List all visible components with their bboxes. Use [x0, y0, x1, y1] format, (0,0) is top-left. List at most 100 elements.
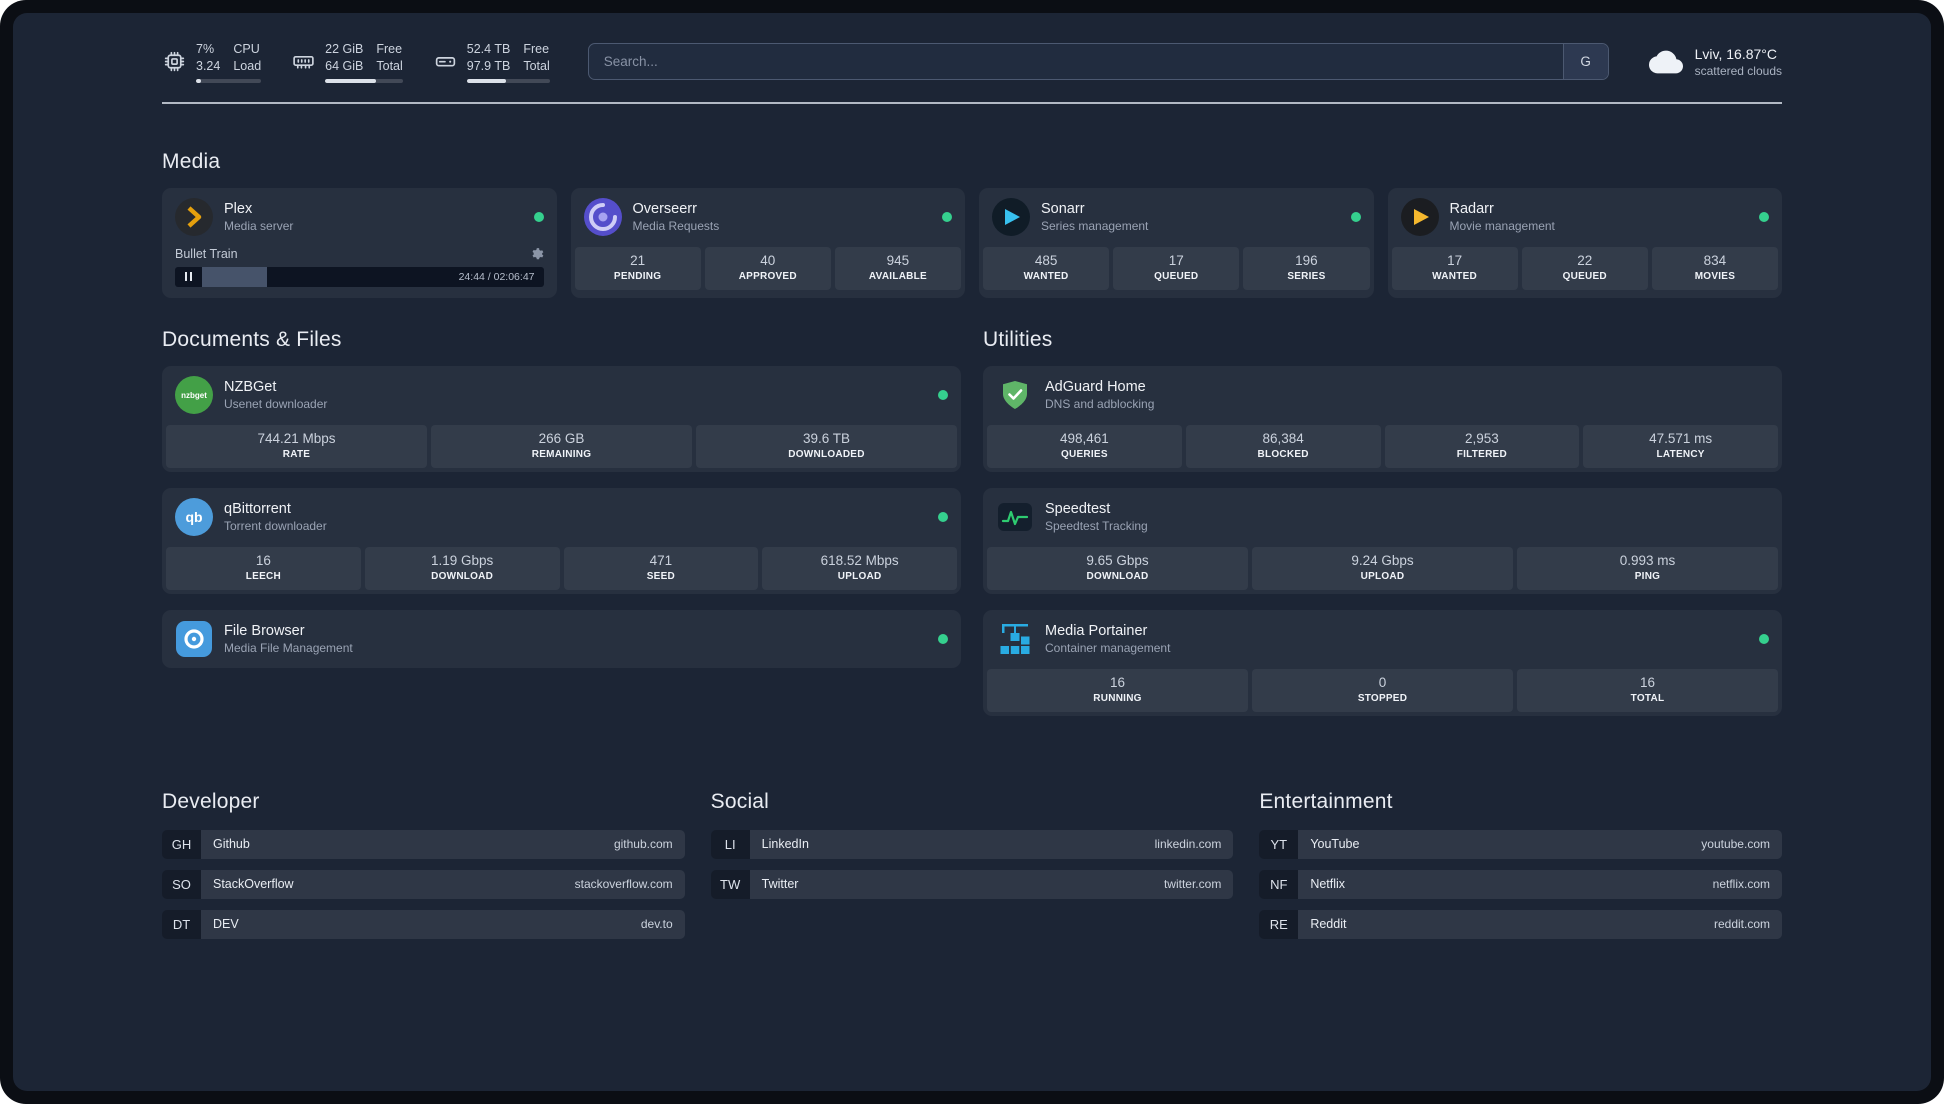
service-link-nzbget[interactable]: nzbget NZBGet Usenet downloader: [162, 366, 961, 424]
playback-progress-bar[interactable]: 24:44 / 02:06:47: [175, 266, 544, 287]
service-card-portainer: Media Portainer Container management 16 …: [983, 609, 1782, 716]
disk-widget: 52.4 TB 97.9 TB Free Total: [433, 41, 550, 83]
service-link-plex[interactable]: Plex Media server: [162, 188, 557, 246]
nzbget-icon: nzbget: [175, 375, 213, 414]
disk-readout: 52.4 TB 97.9 TB Free Total: [466, 41, 550, 83]
status-online-dot: [942, 211, 952, 222]
service-subtitle: Media server: [224, 218, 294, 233]
pause-button[interactable]: [175, 266, 202, 287]
bookmark-linkedin[interactable]: LI LinkedIn linkedin.com: [710, 829, 1234, 859]
service-text: Speedtest Speedtest Tracking: [1045, 501, 1148, 533]
weather-widget: Lviv, 16.87°C scattered clouds: [1647, 45, 1782, 79]
stat-tile: 16 LEECH: [166, 546, 361, 590]
bookmark-dev[interactable]: DT DEV dev.to: [162, 909, 685, 939]
overseerr-stats: 21 PENDING 40 APPROVED 945 AVAILABLE: [571, 246, 966, 294]
section-title-media: Media: [162, 149, 221, 173]
weather-location: Lviv, 16.87°C: [1694, 45, 1777, 62]
status-online-dot: [533, 211, 544, 222]
memory-free-label: Free: [376, 42, 403, 56]
cpu-usage-value: 7%: [196, 42, 215, 56]
status-online-dot: [1350, 211, 1361, 222]
stat-tile: 834 MOVIES: [1651, 246, 1779, 290]
memory-total-value: 64 GiB: [325, 58, 364, 73]
stat-tile: 39.6 TB DOWNLOADED: [696, 424, 957, 468]
bookmark-group-title: Entertainment: [1259, 789, 1393, 813]
service-link-qbittorrent[interactable]: qb qBittorrent Torrent downloader: [162, 488, 961, 546]
service-link-overseerr[interactable]: Overseerr Media Requests: [571, 188, 966, 246]
search-provider-button[interactable]: G: [1562, 44, 1608, 80]
stat-tile: 0 STOPPED: [1252, 668, 1513, 712]
section-title-utilities: Utilities: [983, 327, 1053, 351]
bookmark-group-entertainment: Entertainment YT YouTube youtube.com NF …: [1259, 790, 1782, 950]
qbittorrent-icon: qb: [175, 497, 213, 536]
stat-tile: 0.993 ms PING: [1517, 546, 1778, 590]
bookmark-body: Netflix netflix.com: [1298, 869, 1782, 899]
gear-icon[interactable]: [530, 247, 544, 261]
service-link-portainer[interactable]: Media Portainer Container management: [983, 610, 1782, 668]
disk-free-label: Free: [523, 42, 550, 56]
memory-total-label: Total: [376, 58, 403, 73]
service-card-radarr: Radarr Movie management 17 WANTED 22 QUE…: [1387, 187, 1783, 298]
service-link-radarr[interactable]: Radarr Movie management: [1388, 188, 1783, 246]
service-link-sonarr[interactable]: Sonarr Series management: [979, 188, 1374, 246]
bookmark-stackoverflow[interactable]: SO StackOverflow stackoverflow.com: [162, 869, 685, 899]
service-card-adguard: AdGuard Home DNS and adblocking 498,461 …: [983, 365, 1782, 472]
bookmark-reddit[interactable]: RE Reddit reddit.com: [1259, 909, 1782, 939]
bookmark-url: twitter.com: [1163, 877, 1222, 891]
status-online-dot: [1759, 633, 1769, 644]
stat-tile: 744.21 Mbps RATE: [166, 424, 427, 468]
stat-tile: 266 GB REMAINING: [431, 424, 692, 468]
bookmark-body: Reddit reddit.com: [1298, 909, 1782, 939]
bookmark-url: reddit.com: [1713, 917, 1770, 931]
bookmark-twitter[interactable]: TW Twitter twitter.com: [710, 869, 1234, 899]
sonarr-icon: [992, 197, 1030, 236]
window-frame: 7% 3.24 CPU Load 22 GiB 64 GiB Free Tota…: [0, 0, 1944, 1104]
bookmark-github[interactable]: GH Github github.com: [162, 829, 685, 859]
bookmark-group-developer: Developer GH Github github.com SO StackO…: [162, 790, 685, 950]
topbar-divider: [162, 101, 1782, 104]
bookmark-name: Github: [213, 837, 250, 851]
service-subtitle: Movie management: [1449, 218, 1555, 233]
stat-tile: 1.19 Gbps DOWNLOAD: [364, 546, 560, 590]
media-grid: Plex Media server Bullet Train 24:44 / 0…: [162, 187, 1783, 298]
service-link-speedtest[interactable]: Speedtest Speedtest Tracking: [983, 488, 1782, 546]
bookmark-name: StackOverflow: [213, 877, 294, 891]
bookmark-abbr: RE: [1259, 909, 1299, 939]
service-text: Plex Media server: [224, 201, 293, 233]
bookmark-youtube[interactable]: YT YouTube youtube.com: [1259, 829, 1782, 859]
bookmark-body: YouTube youtube.com: [1298, 829, 1782, 859]
service-subtitle: DNS and adblocking: [1045, 396, 1155, 411]
cpu-readout: 7% 3.24 CPU Load: [196, 41, 262, 83]
stat-tile: 498,461 QUERIES: [987, 424, 1182, 468]
service-text: Overseerr Media Requests: [633, 201, 720, 233]
stat-tile: 945 AVAILABLE: [834, 246, 962, 290]
service-text: Media Portainer Container management: [1045, 623, 1170, 655]
bookmark-body: LinkedIn linkedin.com: [749, 829, 1234, 859]
player-track-title: Bullet Train: [175, 246, 238, 261]
service-text: Sonarr Series management: [1041, 201, 1148, 233]
search-input[interactable]: [588, 44, 1563, 80]
stat-tile: 9.65 Gbps DOWNLOAD: [987, 546, 1248, 590]
status-online-dot: [938, 633, 948, 644]
dashboard: 7% 3.24 CPU Load 22 GiB 64 GiB Free Tota…: [13, 13, 1931, 1091]
service-link-filebrowser[interactable]: File Browser Media File Management: [162, 610, 961, 668]
service-name: NZBGet: [224, 378, 277, 395]
disk-total-label: Total: [523, 58, 550, 73]
bookmark-body: Twitter twitter.com: [749, 869, 1234, 899]
service-card-nzbget: nzbget NZBGet Usenet downloader 744.21 M…: [162, 365, 961, 472]
bookmark-netflix[interactable]: NF Netflix netflix.com: [1259, 869, 1782, 899]
bookmark-url: stackoverflow.com: [574, 877, 673, 891]
service-name: Speedtest: [1045, 500, 1111, 517]
bookmark-abbr: LI: [710, 829, 750, 859]
overseerr-icon: [583, 197, 622, 236]
cpu-load-value: 3.24: [196, 58, 221, 73]
bookmark-name: DEV: [213, 917, 239, 931]
bookmark-url: netflix.com: [1712, 877, 1770, 891]
memory-readout: 22 GiB 64 GiB Free Total: [325, 41, 403, 83]
svg-text:qb: qb: [185, 509, 202, 525]
bookmarks-grid: Developer GH Github github.com SO StackO…: [162, 790, 1782, 950]
service-name: Overseerr: [632, 200, 697, 217]
weather-condition: scattered clouds: [1694, 63, 1782, 78]
cloud-icon: [1648, 50, 1683, 74]
service-link-adguard[interactable]: AdGuard Home DNS and adblocking: [983, 366, 1782, 424]
